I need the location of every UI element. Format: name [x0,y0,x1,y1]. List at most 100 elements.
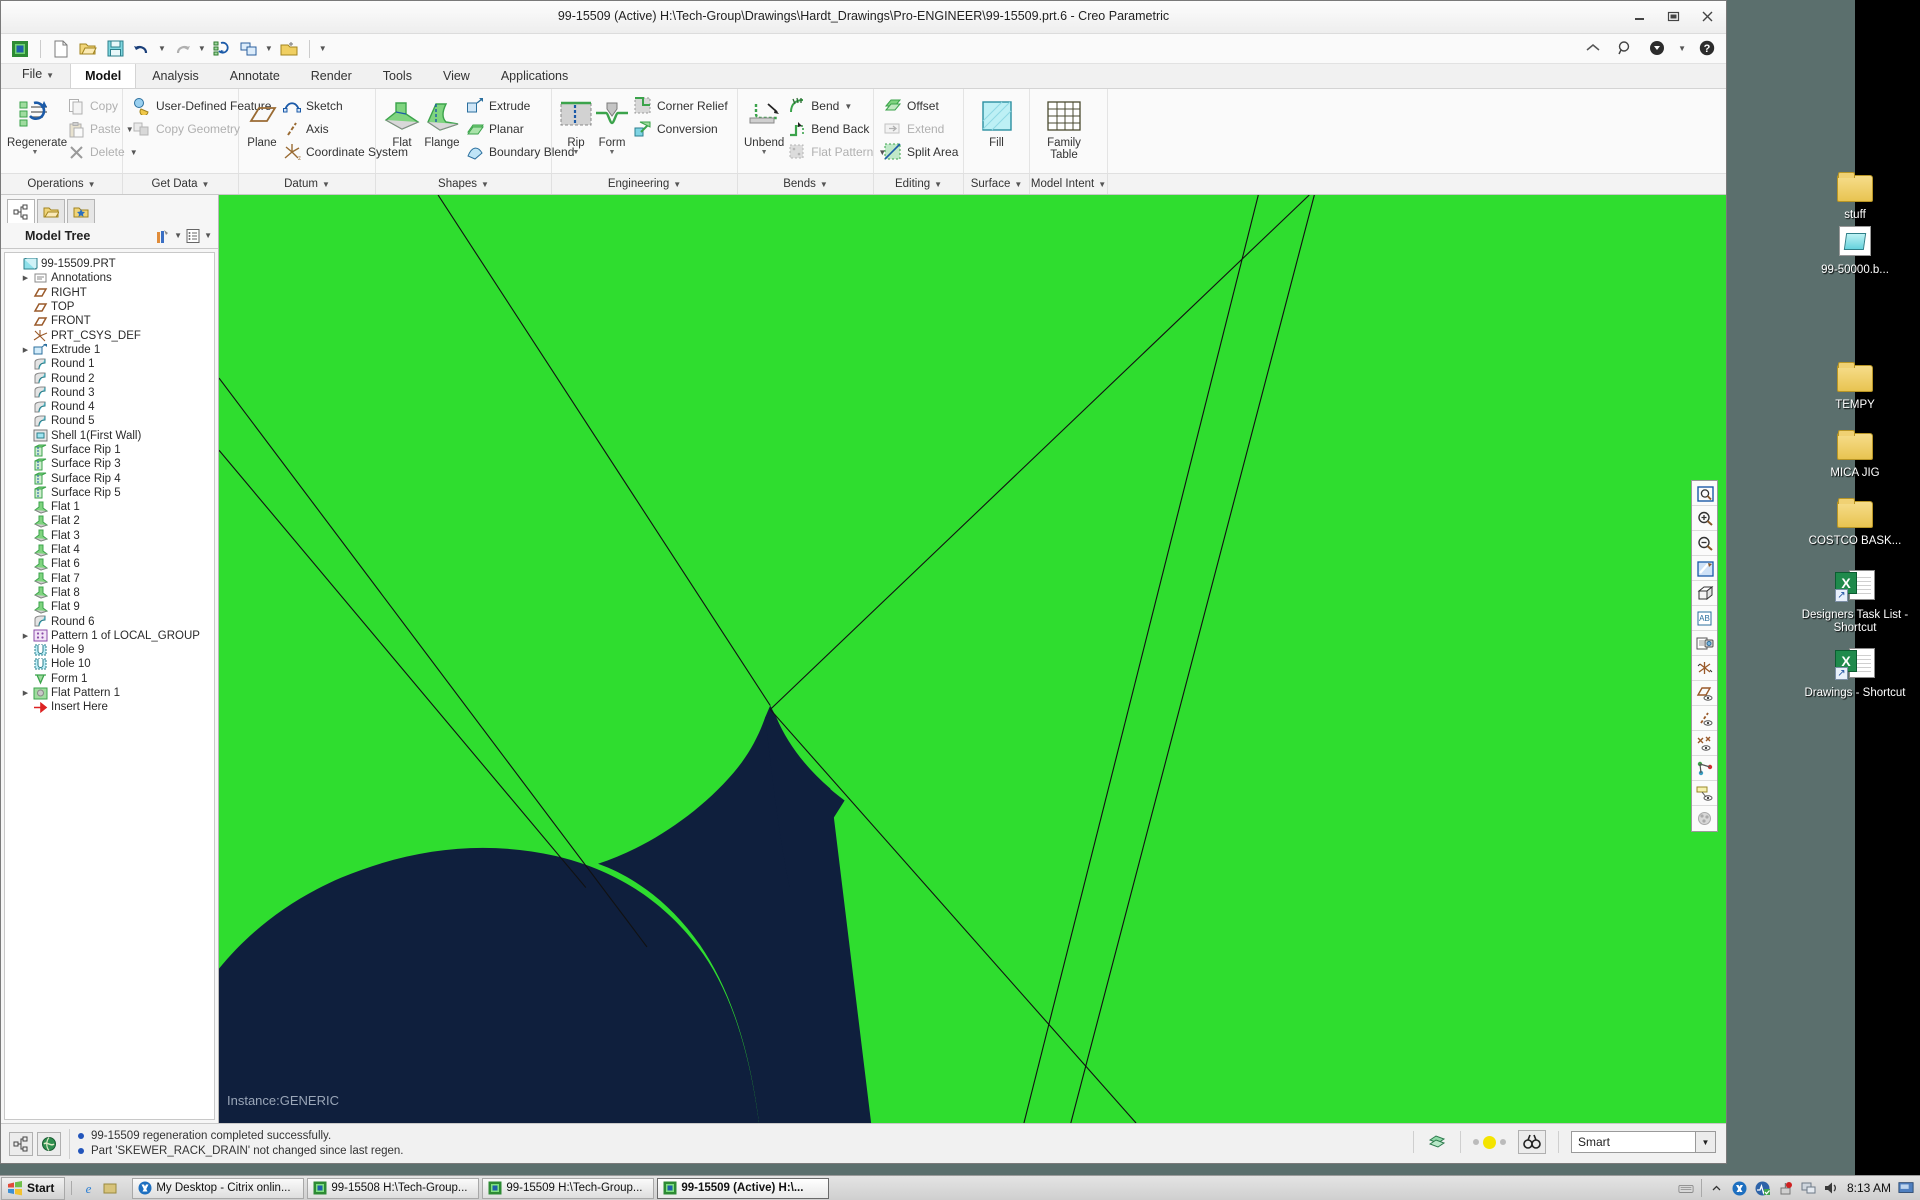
repaint-icon[interactable] [1692,556,1717,581]
ribbon-tab-applications[interactable]: Applications [486,63,583,88]
tree-node[interactable]: Flat 3 [5,529,214,543]
tree-filters-icon[interactable] [152,225,174,247]
tree-node[interactable]: 99-15509.PRT [5,257,214,271]
undo-icon[interactable] [131,38,153,60]
show-desktop-button[interactable] [1898,1181,1914,1195]
file-menu-caret-icon[interactable]: ▼ [46,71,54,80]
ribbon-group-caret-icon[interactable]: ▼ [322,180,330,189]
tree-node[interactable]: Round 1 [5,357,214,371]
ribbon-button-caret-icon[interactable]: ▼ [844,102,852,111]
tree-node[interactable]: RIGHT [5,286,214,300]
plane-display-icon[interactable] [1692,681,1717,706]
tree-node[interactable]: Shell 1(First Wall) [5,429,214,443]
tree-node[interactable]: ▶ Pattern 1 of LOCAL_GROUP [5,629,214,643]
spin-center-icon[interactable] [1692,806,1717,831]
annotation-display-icon[interactable] [1692,781,1717,806]
learning-connector-icon[interactable] [1646,37,1668,59]
ribbon-tab-tools[interactable]: Tools [368,63,427,88]
save-icon[interactable] [104,38,126,60]
close-window-icon[interactable] [278,38,300,60]
show-desktop-icon[interactable] [102,1181,118,1195]
point-display-icon[interactable] [1692,731,1717,756]
ribbon-group-label-datum[interactable]: Datum ▼ [239,174,376,194]
internet-explorer-icon[interactable]: e [80,1181,96,1196]
tree-node[interactable]: Flat 1 [5,500,214,514]
window-switch-icon[interactable] [238,38,260,60]
ribbon-tab-model[interactable]: Model [70,63,137,88]
new-file-icon[interactable] [50,38,72,60]
show-hidden-icons-icon[interactable] [1709,1181,1725,1195]
desktop-icon[interactable]: Drawings - Shortcut [1790,643,1920,700]
ribbon-button-form[interactable]: Form ▼ [594,93,630,156]
tree-node[interactable]: ▶ Extrude 1 [5,343,214,357]
restore-button[interactable] [1664,8,1682,24]
saved-orientations-icon[interactable]: AB [1692,606,1717,631]
tree-node[interactable]: Hole 9 [5,643,214,657]
tree-node[interactable]: FRONT [5,314,214,328]
model-tree-toggle[interactable] [9,1131,33,1156]
window-switch-caret-icon[interactable]: ▼ [265,44,273,53]
learning-caret-icon[interactable]: ▼ [1678,44,1686,53]
tree-node[interactable]: Surface Rip 5 [5,486,214,500]
citrix-receiver-icon[interactable] [1732,1181,1748,1195]
tree-filters-caret-icon[interactable]: ▼ [174,231,182,240]
tree-node[interactable]: Flat 2 [5,514,214,528]
datum-display-icon[interactable] [1692,656,1717,681]
tree-node[interactable]: Flat 9 [5,600,214,614]
volume-icon[interactable] [1824,1181,1840,1195]
minimize-button[interactable] [1630,8,1648,24]
ribbon-group-label-editing[interactable]: Editing ▼ [874,174,964,194]
display-style-icon[interactable] [1692,581,1717,606]
tree-node[interactable]: Round 4 [5,400,214,414]
ribbon-group-caret-icon[interactable]: ▼ [934,180,942,189]
browser-toggle[interactable] [37,1131,61,1156]
help-icon[interactable]: ? [1696,37,1718,59]
keyboard-layout-icon[interactable] [1678,1181,1694,1195]
regenerate-icon[interactable] [211,38,233,60]
creo-app-icon[interactable] [9,38,31,60]
tree-node[interactable]: Hole 10 [5,657,214,671]
close-button[interactable] [1698,8,1716,24]
ribbon-group-caret-icon[interactable]: ▼ [88,180,96,189]
tree-node[interactable]: ▶ Annotations [5,271,214,285]
ribbon-button-flat[interactable]: Flat [382,93,422,149]
search-icon[interactable] [1614,37,1636,59]
search-tool-icon[interactable] [1518,1130,1546,1154]
tree-expand-arrow-icon[interactable]: ▶ [19,274,32,282]
ribbon-button-rip[interactable]: Rip ▼ [558,93,594,156]
model-tree-tab[interactable] [7,199,35,223]
desktop-icon[interactable]: COSTCO BASK... [1790,491,1920,548]
tree-node[interactable]: ▶ Flat Pattern 1 [5,686,214,700]
folder-browser-tab[interactable] [37,199,65,223]
tree-node[interactable]: Round 6 [5,614,214,628]
tree-node[interactable]: PRT_CSYS_DEF [5,328,214,342]
ribbon-button-regenerate[interactable]: Regenerate ▼ [7,93,67,156]
ribbon-button-corner-relief[interactable]: Corner Relief [630,96,732,116]
ribbon-tab-analysis[interactable]: Analysis [137,63,214,88]
ribbon-button-conversion[interactable]: Conversion [630,119,732,139]
desktop-icon[interactable]: 99-50000.b... [1790,220,1920,277]
ribbon-button-caret-icon[interactable]: ▼ [558,149,594,156]
tree-expand-arrow-icon[interactable]: ▶ [19,346,32,354]
ribbon-tab-view[interactable]: View [428,63,485,88]
selection-filter-caret-icon[interactable]: ▼ [1695,1132,1715,1152]
graphics-window[interactable]: Instance:GENERIC AB [219,195,1726,1123]
ribbon-group-caret-icon[interactable]: ▼ [673,180,681,189]
tree-node[interactable]: Flat 4 [5,543,214,557]
ribbon-group-label-surface[interactable]: Surface ▼ [964,174,1030,194]
taskbar-clock[interactable]: 8:13 AM [1847,1181,1891,1195]
ribbon-button-offset[interactable]: Offset [880,96,962,116]
minimize-ribbon-icon[interactable] [1582,37,1604,59]
open-file-icon[interactable] [77,38,99,60]
tree-expand-arrow-icon[interactable]: ▶ [19,632,32,640]
ribbon-button-family-table[interactable]: Family Table [1036,93,1092,161]
ribbon-tab-render[interactable]: Render [296,63,367,88]
safely-remove-icon[interactable] [1778,1181,1794,1195]
ribbon-group-caret-icon[interactable]: ▼ [820,180,828,189]
ribbon-button-caret-icon[interactable]: ▼ [744,149,784,156]
tree-node[interactable]: Surface Rip 1 [5,443,214,457]
view-manager-icon[interactable] [1692,631,1717,656]
tree-node[interactable]: Round 2 [5,371,214,385]
network-icon[interactable] [1801,1181,1817,1195]
undo-caret-icon[interactable]: ▼ [158,44,166,53]
